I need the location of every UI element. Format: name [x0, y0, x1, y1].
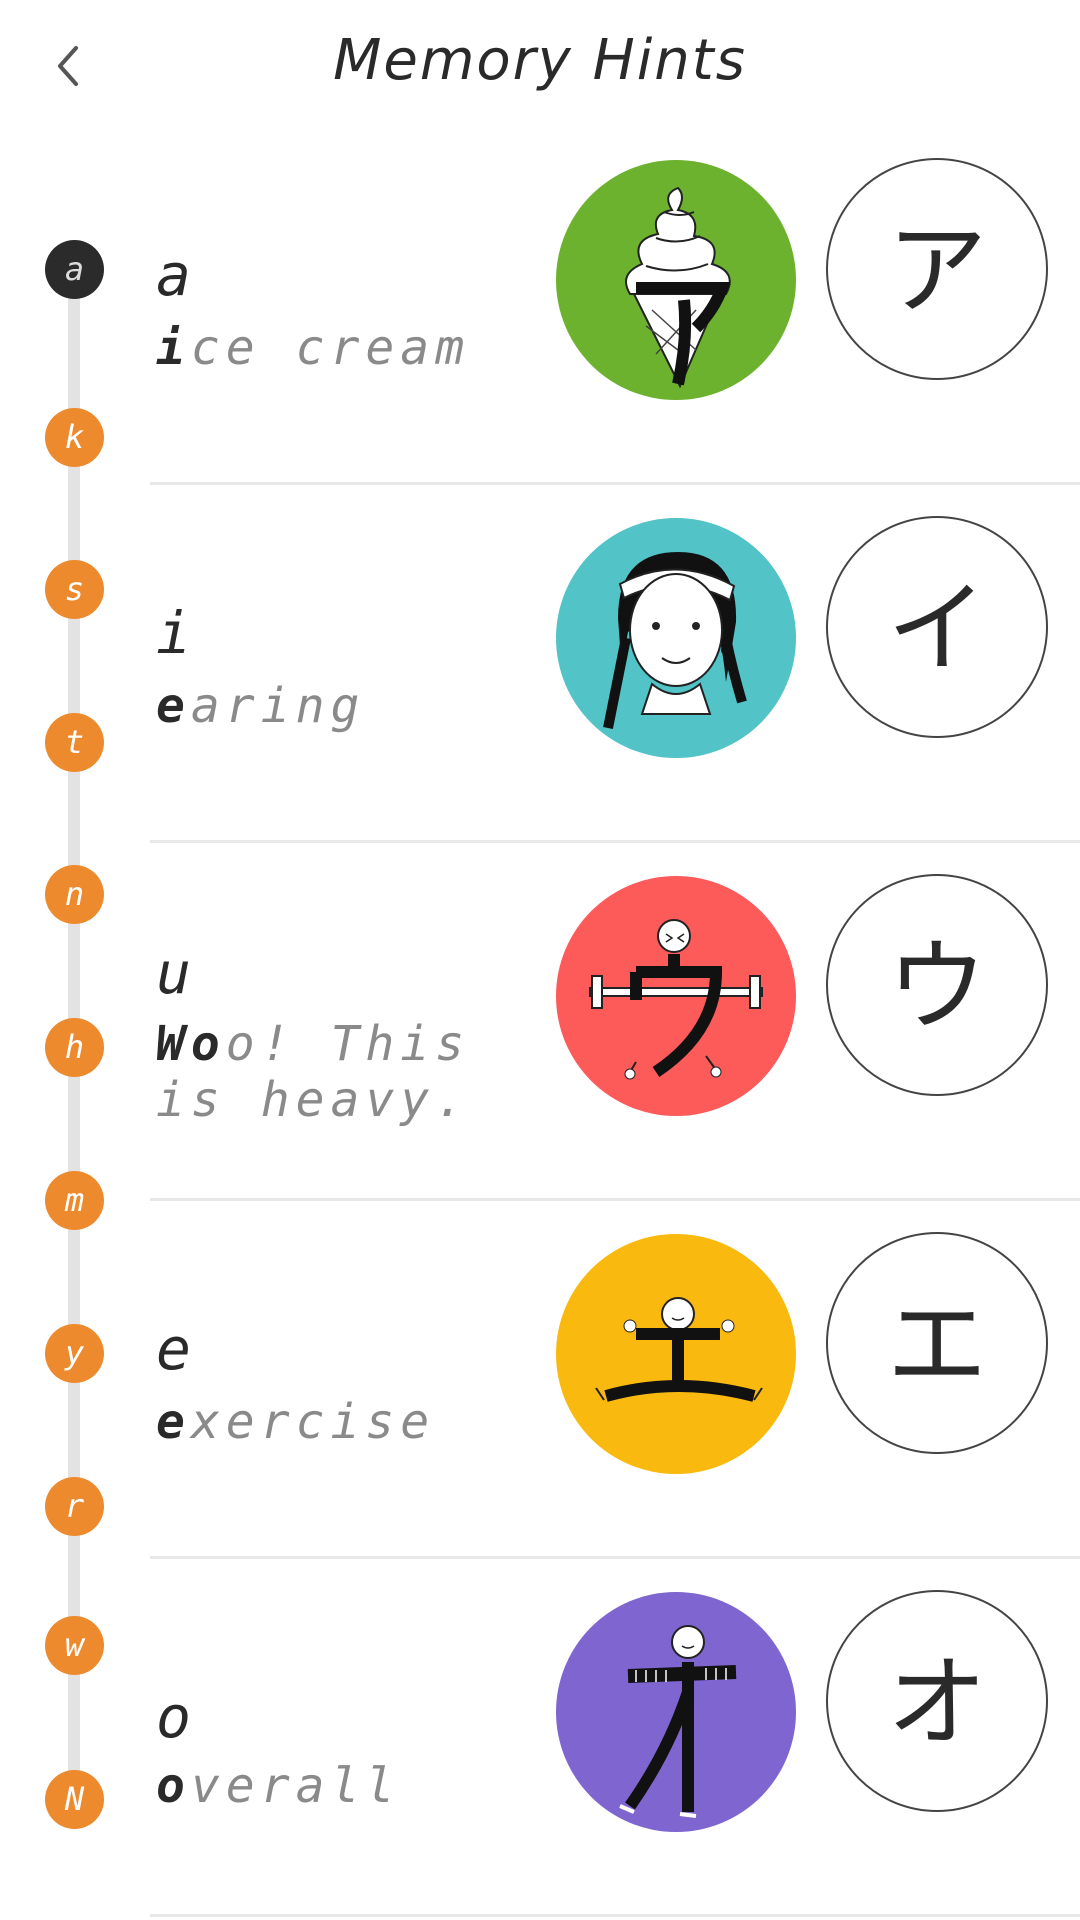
- mnemonic-rest: ce cream: [190, 320, 471, 376]
- memory-hints-screen: Memory Hints a k s t n h m y r w N a ice…: [0, 0, 1080, 1920]
- mnemonic-text: Woo! This is heavy.: [156, 1016, 546, 1128]
- hint-row-o[interactable]: o overall オ: [0, 1560, 1080, 1918]
- row-divider: [150, 840, 1080, 843]
- row-divider: [150, 1556, 1080, 1559]
- hint-row-e[interactable]: e exercise エ: [0, 1202, 1080, 1560]
- row-divider: [150, 482, 1080, 485]
- mnemonic-text: exercise: [156, 1394, 546, 1450]
- romaji-label: e: [156, 1315, 191, 1383]
- kana-circle[interactable]: オ: [826, 1590, 1048, 1812]
- overall-figure-illustration: [556, 1592, 796, 1832]
- mnemonic-highlight: Wo: [156, 1016, 226, 1072]
- mnemonic-text: overall: [156, 1758, 546, 1814]
- romaji-label: o: [156, 1683, 191, 1751]
- mnemonic-text: ice cream: [156, 320, 546, 376]
- romaji-label: i: [156, 599, 191, 667]
- mnemonic-highlight: e: [156, 678, 191, 734]
- exercise-illustration: [556, 1234, 796, 1474]
- girl-with-earring-illustration: [556, 518, 796, 758]
- kana-circle[interactable]: ウ: [826, 874, 1048, 1096]
- mnemonic-highlight: o: [156, 1758, 191, 1814]
- kana-circle[interactable]: イ: [826, 516, 1048, 738]
- hint-row-a[interactable]: a ice cream ア: [0, 128, 1080, 486]
- page-title: Memory Hints: [333, 28, 747, 93]
- mnemonic-rest: xercise: [190, 1394, 436, 1450]
- mnemonic-rest: verall: [190, 1758, 401, 1814]
- header: Memory Hints: [0, 0, 1080, 130]
- hint-row-i[interactable]: i earing イ: [0, 486, 1080, 844]
- mnemonic-text: earing: [156, 678, 546, 734]
- mnemonic-highlight: e: [156, 1394, 191, 1450]
- weightlifter-illustration: [556, 876, 796, 1116]
- mnemonic-highlight: i: [156, 320, 191, 376]
- kana-circle[interactable]: エ: [826, 1232, 1048, 1454]
- row-divider: [150, 1914, 1080, 1917]
- kana-circle[interactable]: ア: [826, 158, 1048, 380]
- hint-row-u[interactable]: u Woo! This is heavy. ウ: [0, 844, 1080, 1202]
- romaji-label: u: [156, 939, 191, 1007]
- romaji-label: a: [156, 241, 191, 309]
- row-divider: [150, 1198, 1080, 1201]
- mnemonic-rest: aring: [190, 678, 366, 734]
- ice-cream-illustration: [556, 160, 796, 400]
